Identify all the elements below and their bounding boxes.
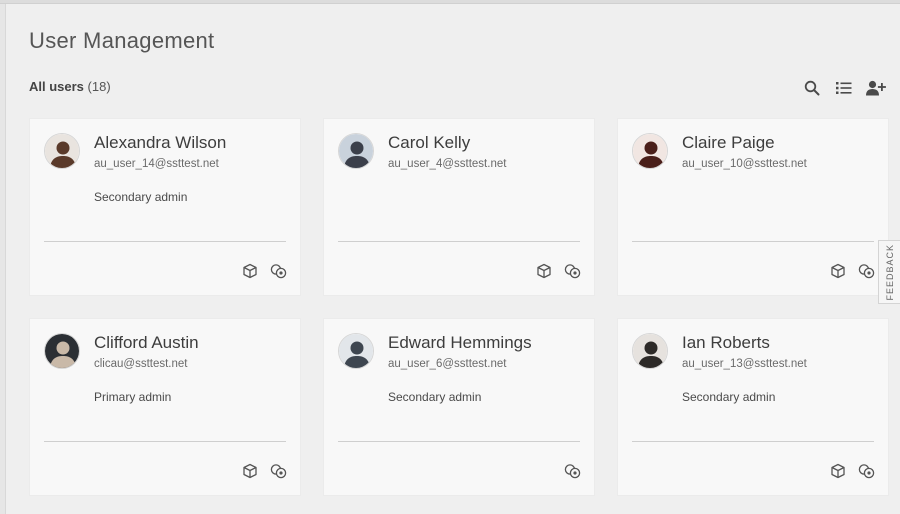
models-button[interactable] (536, 263, 552, 279)
user-name: Edward Hemmings (388, 333, 532, 352)
card-divider (44, 441, 286, 442)
card-divider (44, 241, 286, 242)
user-card[interactable]: Carol Kelly au_user_4@ssttest.net (323, 118, 595, 296)
cube-icon (830, 463, 846, 479)
access-button[interactable] (564, 263, 581, 279)
user-role: Secondary admin (682, 390, 776, 404)
user-email: au_user_6@ssttest.net (388, 358, 507, 370)
add-user-icon (866, 80, 886, 96)
search-icon (804, 80, 820, 96)
user-card[interactable]: Clifford Austin clicau@ssttest.net Primary… (29, 318, 301, 496)
overlap-circles-icon (858, 463, 875, 479)
card-actions (242, 263, 287, 279)
card-divider (632, 441, 874, 442)
overlap-circles-icon (270, 263, 287, 279)
user-role: Secondary admin (94, 190, 188, 204)
list-view-button[interactable] (834, 78, 854, 98)
search-button[interactable] (802, 78, 822, 98)
cube-icon (830, 263, 846, 279)
card-actions (536, 263, 581, 279)
user-name: Claire Paige (682, 133, 775, 152)
user-name: Clifford Austin (94, 333, 199, 352)
overlap-circles-icon (564, 263, 581, 279)
list-view-icon (836, 82, 852, 94)
overlap-circles-icon (270, 463, 287, 479)
models-button[interactable] (830, 463, 846, 479)
window-top-border (0, 0, 900, 4)
card-actions (564, 463, 581, 479)
user-name: Alexandra Wilson (94, 133, 227, 152)
card-actions (242, 463, 287, 479)
avatar (338, 333, 374, 369)
models-button[interactable] (830, 263, 846, 279)
card-divider (632, 241, 874, 242)
avatar (632, 133, 668, 169)
window-left-border (0, 4, 6, 514)
models-button[interactable] (242, 263, 258, 279)
access-button[interactable] (270, 263, 287, 279)
toolbar (802, 78, 886, 98)
overlap-circles-icon (564, 463, 581, 479)
user-email: au_user_10@ssttest.net (682, 158, 807, 170)
overlap-circles-icon (858, 263, 875, 279)
user-name: Ian Roberts (682, 333, 770, 352)
feedback-tab[interactable]: FEEDBACK (878, 240, 900, 304)
user-role: Secondary admin (388, 390, 482, 404)
card-actions (830, 263, 875, 279)
user-name: Carol Kelly (388, 133, 471, 152)
user-card[interactable]: Alexandra Wilson au_user_14@ssttest.net Se… (29, 118, 301, 296)
user-role: Primary admin (94, 390, 172, 404)
users-count: (18) (87, 79, 111, 94)
user-email: au_user_4@ssttest.net (388, 158, 507, 170)
user-card[interactable]: Edward Hemmings au_user_6@ssttest.net Seco… (323, 318, 595, 496)
user-card[interactable]: Ian Roberts au_user_13@ssttest.net Seconda… (617, 318, 889, 496)
add-user-button[interactable] (866, 78, 886, 98)
user-email: au_user_13@ssttest.net (682, 358, 807, 370)
user-email: clicau@ssttest.net (94, 358, 188, 370)
avatar (632, 333, 668, 369)
user-card[interactable]: Claire Paige au_user_10@ssttest.net (617, 118, 889, 296)
access-button[interactable] (564, 463, 581, 479)
avatar (44, 133, 80, 169)
access-button[interactable] (858, 463, 875, 479)
user-email: au_user_14@ssttest.net (94, 158, 219, 170)
cube-icon (536, 263, 552, 279)
access-button[interactable] (270, 463, 287, 479)
avatar (338, 133, 374, 169)
access-button[interactable] (858, 263, 875, 279)
users-heading: All users (18) (29, 79, 111, 94)
cube-icon (242, 263, 258, 279)
card-divider (338, 441, 580, 442)
card-actions (830, 463, 875, 479)
users-label: All users (29, 79, 84, 94)
feedback-label: FEEDBACK (884, 243, 895, 301)
models-button[interactable] (242, 463, 258, 479)
avatar (44, 333, 80, 369)
page-title: User Management (29, 28, 215, 53)
cube-icon (242, 463, 258, 479)
card-divider (338, 241, 580, 242)
